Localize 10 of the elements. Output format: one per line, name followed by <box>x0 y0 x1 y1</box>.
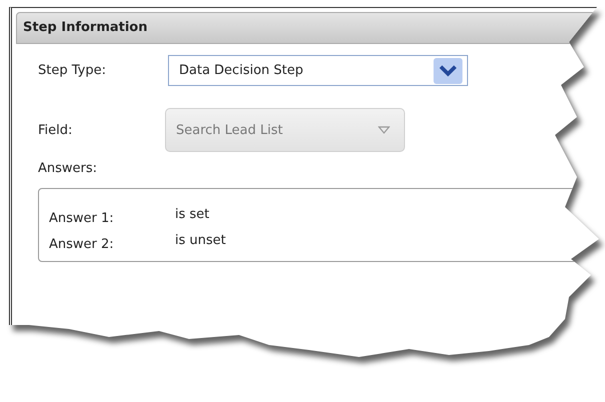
answer-label: Answer 2: <box>49 236 115 254</box>
answer-label: Answer 1: <box>49 210 115 228</box>
answer-value: is set <box>175 207 210 224</box>
dropdown-arrow-icon <box>378 126 390 134</box>
dropdown[interactable]: Data Decision Step <box>168 55 468 86</box>
field-label: Field: <box>38 122 74 138</box>
dropdown: Search Lead List <box>165 108 405 152</box>
field-label: Step Type: <box>38 63 107 78</box>
answer-value: is unset <box>175 233 226 250</box>
answers-label: Answers: <box>37 161 98 176</box>
